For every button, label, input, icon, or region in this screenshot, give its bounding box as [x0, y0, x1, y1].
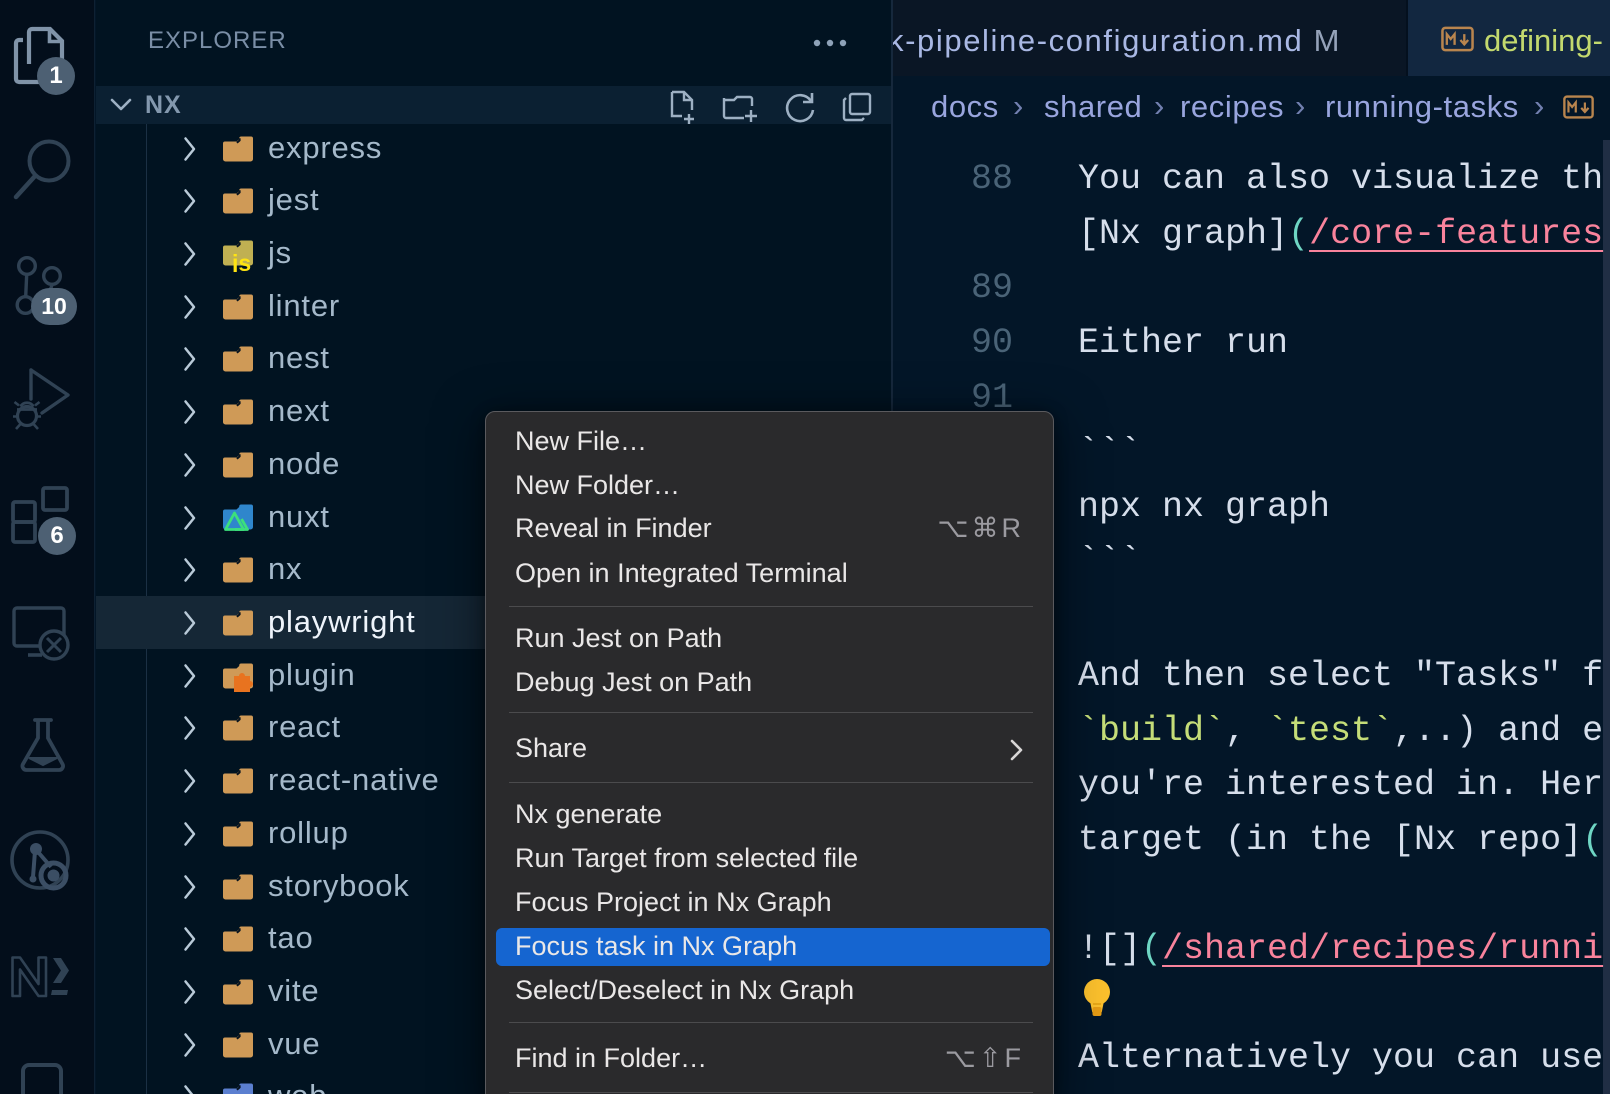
svg-text:js: js: [231, 250, 251, 272]
